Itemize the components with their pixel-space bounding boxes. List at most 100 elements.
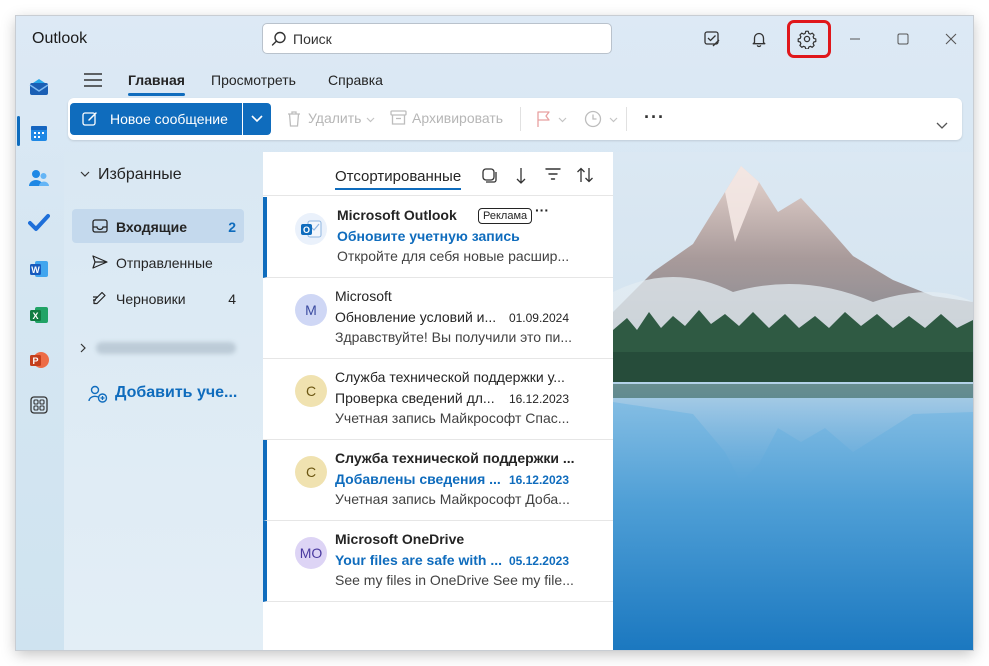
more-apps-icon[interactable] — [26, 392, 52, 418]
message-sender: Microsoft OneDrive — [335, 531, 465, 547]
ribbon-toolbar: Новое сообщение Удалить Архивировать ··· — [68, 98, 962, 140]
message-item[interactable]: С Служба технической поддержки у... Пров… — [263, 359, 613, 440]
unread-count: 2 — [228, 219, 236, 235]
avatar: M — [295, 294, 327, 326]
trash-icon — [288, 111, 300, 127]
people-app-icon[interactable] — [26, 165, 52, 191]
close-icon[interactable] — [939, 27, 963, 51]
flag-icon[interactable] — [536, 110, 552, 128]
chevron-down-icon — [366, 117, 375, 123]
message-date: 01.09.2024 — [508, 311, 569, 325]
more-options-button[interactable]: ··· — [644, 107, 665, 128]
excel-app-icon[interactable]: X — [26, 302, 52, 328]
compose-icon — [82, 112, 97, 126]
chevron-down-icon[interactable] — [936, 122, 948, 130]
rail-active-indicator — [17, 116, 20, 146]
app-title: Outlook — [32, 30, 88, 47]
delete-button[interactable]: Удалить — [308, 110, 361, 126]
folder-drafts[interactable]: Черновики 4 — [72, 281, 244, 315]
powerpoint-app-icon[interactable]: P — [26, 347, 52, 373]
new-message-button[interactable]: Новое сообщение — [70, 103, 242, 135]
message-item[interactable]: С Служба технической поддержки ... Добав… — [263, 440, 613, 521]
word-app-icon[interactable]: W — [26, 256, 52, 282]
calendar-app-icon[interactable] — [26, 120, 52, 146]
more-options-icon[interactable]: ··· — [535, 202, 549, 218]
message-sender: Microsoft Outlook — [337, 207, 457, 223]
message-preview: Учетная запись Майкрософт Доба... — [335, 491, 570, 507]
title-bar: Outlook — [16, 16, 973, 62]
focused-tab[interactable]: Отсортированные — [335, 168, 462, 190]
message-item[interactable]: O Microsoft Outlook Реклама ··· Обновите… — [263, 197, 613, 278]
my-day-icon[interactable] — [700, 27, 724, 51]
outlook-logo-icon: O — [295, 213, 327, 245]
send-icon — [92, 255, 108, 269]
message-date: 16.12.2023 — [508, 392, 569, 406]
message-item[interactable]: MO Microsoft OneDrive Your files are saf… — [263, 521, 613, 602]
todo-app-icon[interactable] — [26, 210, 52, 236]
clock-icon[interactable] — [584, 110, 602, 128]
message-subject: Добавлены сведения ... — [335, 471, 501, 487]
message-preview: Учетная запись Майкрософт Спас... — [335, 410, 570, 426]
message-subject: Your files are safe with ... — [335, 552, 503, 568]
message-subject: Обновление условий и... — [335, 309, 497, 325]
message-preview: Откройте для себя новые расшир... — [337, 248, 570, 264]
ad-badge: Реклама — [478, 208, 533, 224]
minimize-icon[interactable] — [843, 27, 867, 51]
favorites-label: Избранные — [98, 166, 182, 183]
settings-highlight — [787, 20, 831, 58]
message-sender: Служба технической поддержки ... — [335, 450, 575, 466]
folder-name: Входящие — [116, 219, 187, 235]
blurred-account-name — [96, 342, 236, 354]
message-subject: Проверка сведений дл... — [335, 390, 495, 406]
folder-name: Черновики — [116, 291, 186, 307]
search-input[interactable] — [293, 29, 593, 49]
message-item[interactable]: M Microsoft Обновление условий и... 01.0… — [263, 278, 613, 359]
search-box[interactable] — [262, 23, 612, 54]
svg-text:P: P — [32, 356, 38, 366]
message-list-header: Отсортированные — [263, 152, 613, 196]
maximize-icon[interactable] — [891, 27, 915, 51]
inbox-icon — [92, 219, 108, 233]
new-message-dropdown[interactable] — [243, 103, 271, 135]
mail-app-icon[interactable] — [26, 74, 52, 100]
message-date: 16.12.2023 — [508, 473, 569, 487]
message-sender: Служба технической поддержки у... — [335, 369, 565, 385]
svg-text:X: X — [32, 311, 38, 321]
outlook-window: Outlook Поиск W X P Главная Просмотреть … — [16, 16, 973, 650]
app-rail: W X P — [16, 62, 64, 650]
avatar: С — [295, 375, 327, 407]
chevron-right-icon — [80, 343, 86, 353]
svg-text:O: O — [303, 225, 310, 235]
tab-help[interactable]: Справка — [328, 72, 383, 88]
message-preview: Здравствуйте! Вы получили это пи... — [335, 329, 573, 345]
archive-icon — [390, 110, 407, 125]
tab-home[interactable]: Главная — [128, 72, 185, 96]
reading-pane-background — [613, 152, 973, 650]
folder-inbox[interactable]: Входящие 2 — [72, 209, 244, 243]
filter-icon[interactable] — [545, 167, 561, 181]
account-row[interactable] — [80, 338, 250, 358]
hamburger-menu-icon[interactable] — [84, 73, 102, 92]
select-mode-icon[interactable] — [481, 167, 497, 183]
bell-icon[interactable] — [747, 27, 771, 51]
pencil-icon — [93, 291, 106, 305]
folder-pane: Избранные Входящие 2 Отправленные Чернов… — [64, 152, 263, 650]
tab-view[interactable]: Просмотреть — [211, 72, 296, 88]
mountain-lake-image — [613, 152, 973, 650]
archive-button[interactable]: Архивировать — [412, 110, 503, 126]
avatar: С — [295, 456, 327, 488]
message-list: Отсортированные O Microsoft Outlook Рекл… — [263, 152, 613, 650]
add-account-label: Добавить уче... — [115, 384, 238, 401]
toolbar-separator — [626, 107, 627, 131]
sort-icon[interactable] — [576, 167, 594, 183]
jump-to-icon[interactable] — [515, 167, 527, 185]
svg-text:W: W — [31, 265, 40, 275]
folder-sent[interactable]: Отправленные — [72, 245, 244, 279]
new-message-label: Новое сообщение — [110, 111, 228, 127]
message-subject: Обновите учетную запись — [337, 228, 520, 244]
avatar: MO — [295, 537, 327, 569]
message-date: 05.12.2023 — [508, 554, 569, 568]
ribbon-tabs: Главная Просмотреть Справка — [64, 64, 973, 98]
search-icon — [271, 31, 286, 46]
add-person-icon — [88, 385, 108, 403]
